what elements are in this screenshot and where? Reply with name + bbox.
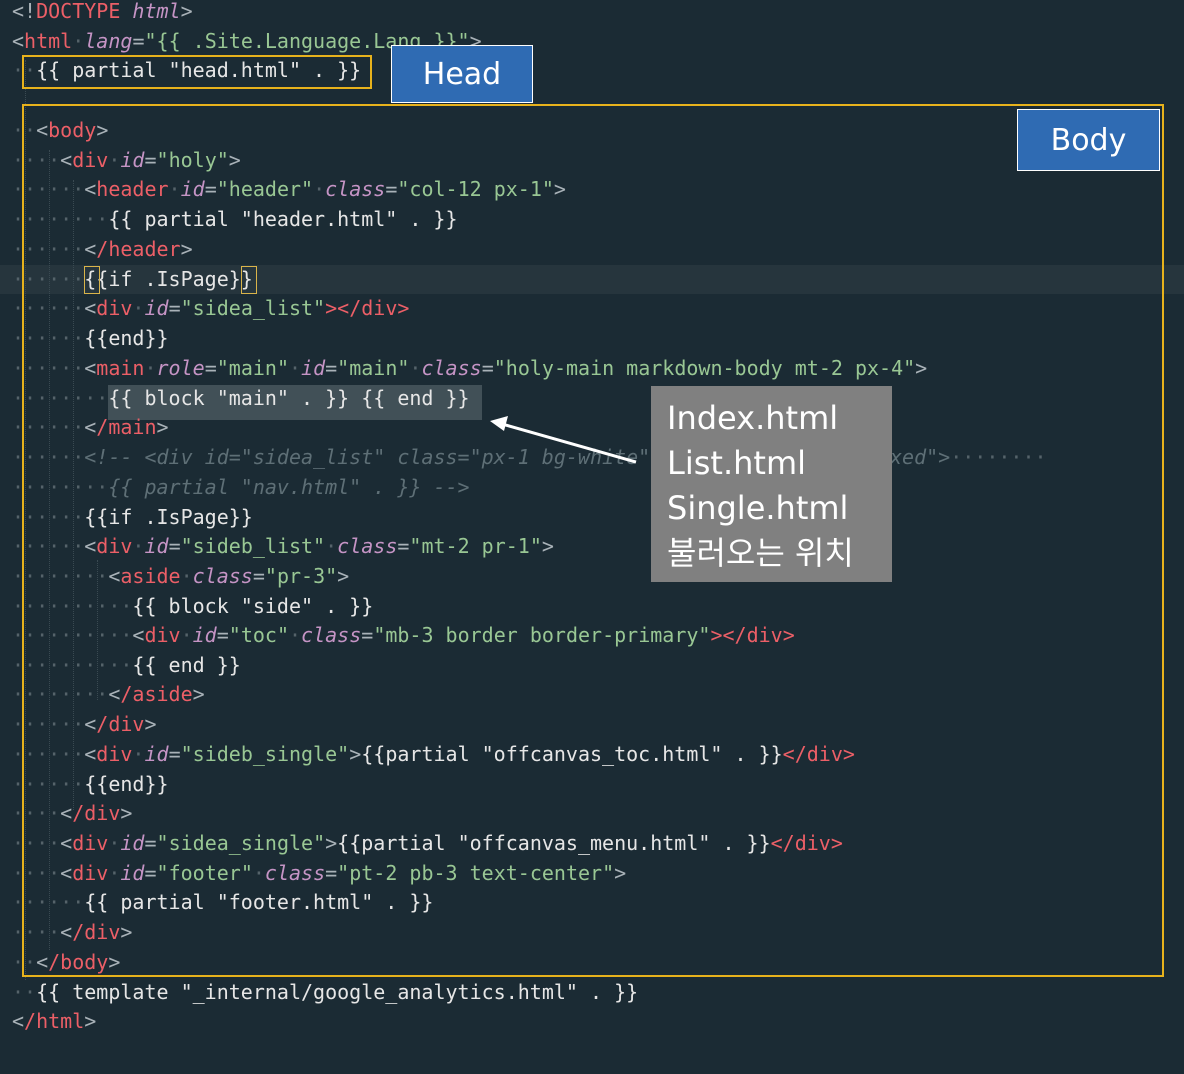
code-line-33[interactable]: ··{{ template "_internal/google_analytic… <box>12 977 638 1007</box>
code-line-1[interactable]: <!DOCTYPE html> <box>12 0 193 26</box>
callout-line: Single.html <box>667 489 849 527</box>
head-highlight-box <box>22 55 372 89</box>
callout-box: Index.html List.html Single.html 불러오는 위치 <box>651 386 892 582</box>
body-highlight-box <box>22 104 1164 977</box>
callout-line: List.html <box>667 444 806 482</box>
head-label: Head <box>391 45 533 103</box>
code-line-34[interactable]: </html> <box>12 1006 96 1036</box>
body-label: Body <box>1017 109 1160 171</box>
callout-line: Index.html <box>667 399 839 437</box>
callout-line: 불러오는 위치 <box>667 534 854 572</box>
